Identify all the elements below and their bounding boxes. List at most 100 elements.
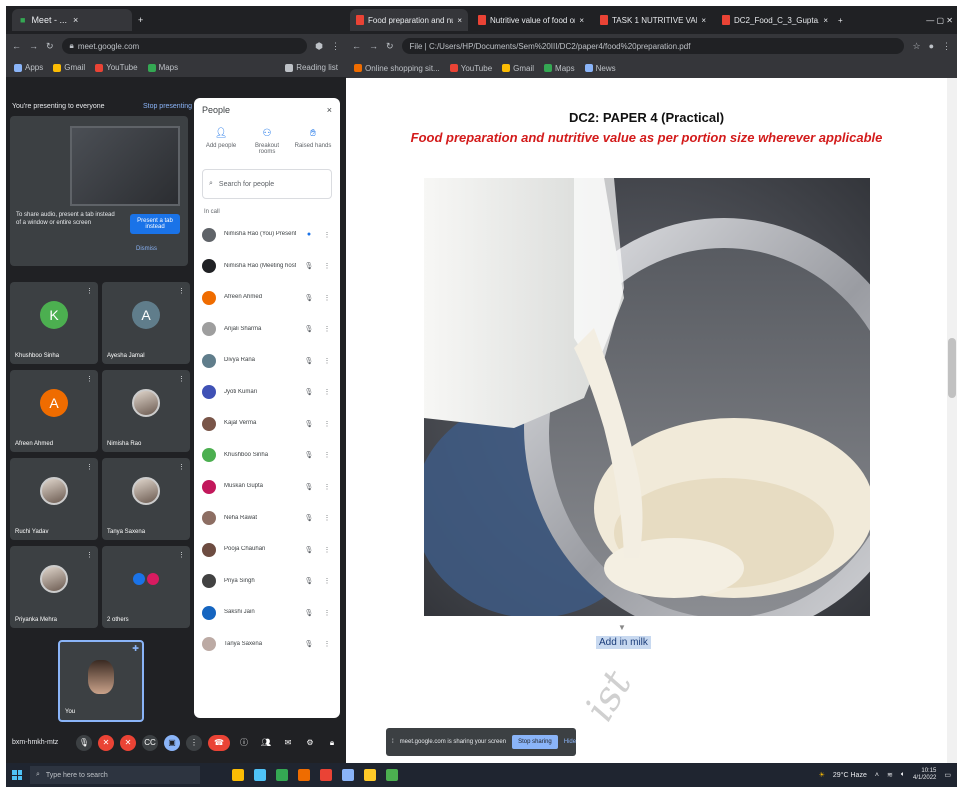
people-icon[interactable]: 👥︎ [258,735,274,751]
browser-tab[interactable]: Food preparation and nutritive... × [350,9,468,31]
present-tab-button[interactable]: Present a tab instead [130,214,180,234]
tab-close-icon[interactable]: × [823,16,828,25]
profile-icon[interactable]: ● [929,41,934,51]
bookmark-item[interactable]: Online shopping sit... [354,64,440,73]
hide-button[interactable]: Hide [564,739,576,745]
window-controls[interactable]: — ▢ ✕ [926,16,953,25]
more-options-icon[interactable]: ⋮ [322,451,332,459]
raised-hands-button[interactable]: ✋︎ Raised hands [293,128,333,155]
browser-tab[interactable]: Nutritive value of food on... × [472,9,590,31]
taskbar-app-icon[interactable] [320,769,332,781]
participant-row[interactable]: Pooja Chauhan 🎙︎ ⋮ [194,534,340,566]
drag-handle-icon[interactable]: ⁞ [392,739,394,745]
back-icon[interactable]: ← [12,41,21,51]
bookmark-item[interactable]: News [584,64,616,73]
participant-row[interactable]: Anjali Sharma 🎙︎ ⋮ [194,314,340,346]
taskbar-app-icon[interactable] [298,769,310,781]
tile-options-icon[interactable]: ⋮ [178,463,185,471]
host-controls-icon[interactable]: 🔒︎ [324,735,340,751]
taskbar-search-input[interactable]: ⌕ Type here to search [30,766,200,784]
mic-off-icon[interactable]: ✕ [120,734,136,751]
star-icon[interactable]: ☆ [912,41,920,52]
mic-icon[interactable]: 🎙︎ [304,577,314,585]
people-search-input[interactable]: ⌕ Search for people [202,169,332,199]
bookmark-youtube[interactable]: YouTube [95,63,138,72]
mic-icon[interactable]: 🎙︎ [304,262,314,270]
weather-icon[interactable]: ☀ [819,771,825,779]
more-options-icon[interactable]: ⋮ [322,483,332,491]
tile-options-icon[interactable]: ⋮ [86,287,93,295]
forward-icon[interactable]: → [369,41,378,51]
participant-row[interactable]: Afreen Ahmed 🎙︎ ⋮ [194,282,340,314]
tab-close-icon[interactable]: × [701,16,706,25]
mic-icon[interactable]: 🎙︎ [304,325,314,333]
taskbar-app-icon[interactable] [342,769,354,781]
participant-row[interactable]: Sakshi Jain 🎙︎ ⋮ [194,597,340,629]
back-icon[interactable]: ← [352,41,361,51]
mic-icon[interactable]: 🎙︎ [304,546,314,554]
address-bar[interactable]: File | C:/Users/HP/Documents/Sem%20III/D… [401,38,905,54]
participant-row[interactable]: Priya Singh 🎙︎ ⋮ [194,566,340,598]
participant-row[interactable]: Jyoti Kumari 🎙︎ ⋮ [194,377,340,409]
tile-options-icon[interactable]: ⋮ [178,375,185,383]
bookmark-maps[interactable]: Maps [147,63,178,72]
taskbar-app-icon[interactable] [276,769,288,781]
notifications-icon[interactable]: ▭ [944,771,951,779]
pdf-viewer[interactable]: DC2: PAPER 4 (Practical) Food preparatio… [346,78,957,763]
dismiss-button[interactable]: Dismiss [136,246,157,252]
taskbar-app-icon[interactable] [254,769,266,781]
participant-row[interactable]: Kajal Verma 🎙︎ ⋮ [194,408,340,440]
mic-icon[interactable]: 🎙︎ [76,734,92,751]
captions-icon[interactable]: CC [142,734,158,751]
more-options-icon[interactable]: ⋮ [322,388,332,396]
more-options-icon[interactable]: ⋮ [322,546,332,554]
more-options-icon[interactable]: ⋮ [322,262,332,270]
weather-text[interactable]: 29°C Haze [833,772,867,779]
more-options-icon[interactable]: ⋮ [322,514,332,522]
mic-icon[interactable]: 🎙︎ [304,451,314,459]
participant-row[interactable]: Divya Rana 🎙︎ ⋮ [194,345,340,377]
mic-icon[interactable]: 🎙︎ [304,388,314,396]
tab-close-icon[interactable]: × [457,16,462,25]
stop-sharing-button[interactable]: Stop sharing [512,735,558,749]
participant-row[interactable]: Neha Rawat 🎙︎ ⋮ [194,503,340,535]
more-options-icon[interactable]: ⋮ [322,231,332,239]
breakout-rooms-button[interactable]: ⚇ Breakout rooms [247,128,287,155]
menu-icon[interactable]: ⋮ [942,41,951,52]
mic-icon[interactable]: 🎙︎ [304,357,314,365]
close-panel-icon[interactable]: × [327,105,332,115]
present-icon[interactable]: ▣ [164,734,180,751]
add-people-button[interactable]: 👤︎ Add people [201,128,241,155]
menu-icon[interactable]: ⋮ [331,41,340,52]
more-options-icon[interactable]: ⋮ [322,357,332,365]
participant-row[interactable]: Tanya Saxena 🎙︎ ⋮ [194,629,340,661]
wifi-icon[interactable]: ≋ [887,771,893,779]
tile-options-icon[interactable]: ⋮ [86,375,93,383]
reading-list[interactable]: Reading list [285,63,338,72]
end-call-icon[interactable]: ☎︎ [208,734,230,751]
taskbar-app-icon[interactable] [364,769,376,781]
participant-row[interactable]: Khushboo Sinha 🎙︎ ⋮ [194,440,340,472]
camera-off-icon[interactable]: ✕ [98,734,114,751]
scroll-thumb[interactable] [948,338,956,398]
clock[interactable]: 10:15 4/1/2022 [913,768,936,782]
tray-chevron-icon[interactable]: ˄ [875,772,879,779]
tile-options-icon[interactable]: ⋮ [86,551,93,559]
reload-icon[interactable]: ↻ [46,41,54,52]
more-options-icon[interactable]: ⋮ [322,420,332,428]
more-options-icon[interactable]: ⋮ [186,734,202,751]
reload-icon[interactable]: ↻ [386,41,394,52]
bookmark-item[interactable]: Maps [544,64,575,73]
tab-close-icon[interactable]: × [73,15,78,25]
mic-icon[interactable]: 🎙︎ [304,420,314,428]
taskbar-app-icon[interactable] [386,769,398,781]
bookmark-item[interactable]: YouTube [449,64,492,73]
mic-icon[interactable]: 🎙︎ [304,640,314,648]
taskbar-app-icon[interactable] [232,769,244,781]
volume-icon[interactable]: 🔈︎ [901,771,905,779]
participant-row[interactable]: Nimisha Rao (Meeting host) 🎙︎ ⋮ [194,251,340,283]
new-tab-button[interactable]: + [138,15,143,25]
mic-icon[interactable]: 🎙︎ [304,609,314,617]
browser-tab[interactable]: DC2_Food_C_3_Gupta.pdf × [716,9,834,31]
info-icon[interactable]: ⓘ [236,735,252,751]
